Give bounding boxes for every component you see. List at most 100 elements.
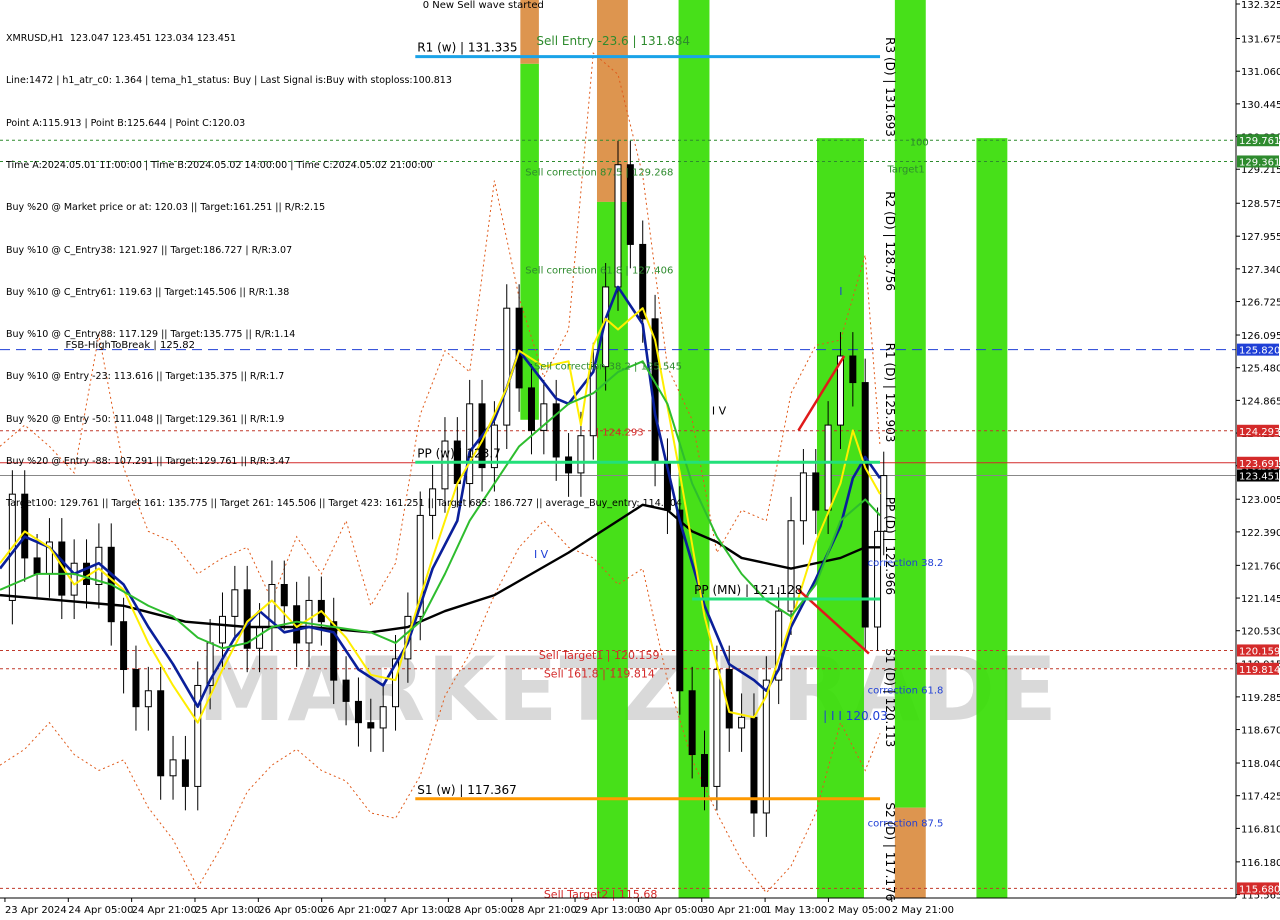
price-tick-label: 118.670	[1241, 726, 1280, 737]
time-tick-label: 2 May 21:00	[892, 905, 954, 916]
annotation-11: correction 38.2	[868, 558, 944, 569]
candle-body	[849, 355, 857, 384]
candle-body	[725, 669, 733, 729]
daily-pivot-label-3: PP (D) | 122.966	[883, 497, 897, 595]
price-badge-label-4: 123.691	[1239, 459, 1280, 470]
signal-zone-5	[816, 138, 864, 899]
price-tick-label: 118.040	[1241, 759, 1280, 770]
pivot-label-3: S1 (w) | 117.367	[417, 783, 517, 797]
daily-pivot-label-4: S1 (D) | 120.113	[883, 648, 897, 747]
info-line: Buy %10 @ Entry -23: 113.616 || Target:1…	[6, 371, 285, 383]
annotation-12: correction 61.8	[868, 685, 944, 696]
price-tick-label: 122.390	[1241, 528, 1280, 539]
price-tick-label: 130.445	[1241, 100, 1280, 111]
price-badge-label-5: 123.451	[1239, 472, 1280, 483]
daily-pivot-label-1: R2 (D) | 128.756	[883, 191, 897, 291]
candle-body	[256, 626, 264, 649]
candle-body	[379, 706, 387, 729]
price-tick-label: 128.575	[1241, 199, 1280, 210]
symbol-line: XMRUSD,H1 123.047 123.451 123.034 123.45…	[6, 33, 237, 45]
info-line: Buy %20 @ Market price or at: 120.03 || …	[6, 202, 326, 214]
time-tick-label: 29 Apr 13:00	[575, 905, 640, 916]
candle-body	[874, 530, 882, 628]
price-badge-label-7: 119.814	[1239, 665, 1280, 676]
price-tick-label: 121.145	[1241, 594, 1280, 605]
time-tick-label: 28 Apr 05:00	[448, 905, 513, 916]
price-badge-label-1: 129.361	[1239, 157, 1280, 168]
price-tick-label: 116.810	[1241, 824, 1280, 835]
price-tick-label: 131.060	[1241, 67, 1280, 78]
candle-body	[799, 472, 807, 522]
candle-body	[169, 759, 177, 777]
daily-pivot-label-2: R1 (D) | 125.903	[883, 343, 897, 443]
annotation-7: Sell 161.8 | 119.814	[544, 667, 655, 680]
price-tick-label: 123.005	[1241, 495, 1280, 506]
candle-body	[738, 716, 746, 729]
candle-body	[280, 583, 288, 607]
time-tick-label: 30 Apr 05:00	[638, 905, 703, 916]
annotation-17: I	[839, 285, 842, 298]
candle-body	[120, 621, 128, 671]
time-tick-label: 2 May 05:00	[828, 905, 890, 916]
price-badge-label-2: 125.820	[1239, 346, 1280, 357]
time-tick-label: 1 May 13:00	[765, 905, 827, 916]
time-tick-label: 27 Apr 13:00	[385, 905, 450, 916]
signal-zone-8	[976, 138, 1008, 899]
candle-body	[181, 759, 189, 787]
candle-body	[713, 669, 721, 787]
candle-body	[231, 589, 239, 617]
price-tick-label: 119.285	[1241, 693, 1280, 704]
annotation-15: I V	[712, 404, 727, 417]
price-tick-label: 121.760	[1241, 561, 1280, 572]
time-tick-label: 26 Apr 05:00	[258, 905, 323, 916]
candle-body	[144, 690, 152, 708]
annotation-13: correction 87.5	[868, 818, 944, 829]
price-tick-label: 117.425	[1241, 792, 1280, 803]
info-line: Line:1472 | h1_atr_c0: 1.364 | tema_h1_s…	[6, 75, 452, 87]
daily-pivot-label-5: S2 (D) | 117.176	[883, 802, 897, 901]
info-line: Point A:115.913 | Point B:125.644 | Poin…	[6, 117, 246, 129]
candle-body	[305, 599, 313, 644]
candle-body	[33, 557, 41, 575]
candle-body	[157, 690, 165, 777]
info-line: Buy %10 @ C_Entry88: 117.129 || Target:1…	[6, 329, 296, 341]
time-tick-label: 30 Apr 21:00	[702, 905, 767, 916]
annotation-14: | I I 120.03	[823, 709, 888, 723]
annotation-16: I V	[534, 548, 549, 561]
time-tick-label: 24 Apr 05:00	[68, 905, 133, 916]
candle-body	[812, 472, 820, 511]
price-badge-label-0: 129.761	[1239, 136, 1280, 147]
annotation-10: Target1	[886, 165, 924, 176]
annotation-6: Sell Target1 | 120.159	[539, 649, 660, 662]
info-panel: XMRUSD,H1 123.047 123.451 123.034 123.45…	[6, 4, 682, 540]
chart-root: MARKETZ TRADE R1 (w) | 131.335 PP (w) | 12…	[0, 0, 1280, 920]
time-tick-label: 24 Apr 21:00	[132, 905, 197, 916]
info-line: Time A:2024.05.01 11:00:00 | Time B:2024…	[6, 160, 433, 172]
price-badge-label-3: 124.293	[1239, 427, 1280, 438]
candle-body	[824, 424, 832, 511]
daily-pivot-label-0: R3 (D) | 131.693	[883, 37, 897, 137]
time-tick-label: 26 Apr 21:00	[322, 905, 387, 916]
candle-body	[70, 562, 78, 596]
price-tick-label: 126.725	[1241, 298, 1280, 309]
annotation-9: 100	[910, 138, 929, 149]
info-line: Buy %20 @ Entry -88: 107.291 || Target:1…	[6, 456, 291, 467]
time-tick-label: 25 Apr 13:00	[195, 905, 260, 916]
price-tick-label: 125.480	[1241, 364, 1280, 375]
price-tick-label: 126.095	[1241, 331, 1280, 342]
candle-body	[218, 615, 226, 644]
price-tick-label: 127.955	[1241, 232, 1280, 243]
info-line: Buy %10 @ C_Entry61: 119.63 || Target:14…	[6, 286, 290, 298]
time-tick-label: 28 Apr 21:00	[512, 905, 577, 916]
candle-body	[701, 754, 709, 787]
price-badge-label-8: 115.680	[1239, 884, 1280, 895]
time-tick-label: 23 Apr 2024	[5, 905, 67, 916]
price-tick-label: 124.865	[1241, 396, 1280, 407]
info-line: Buy %10 @ C_Entry38: 121.927 || Target:1…	[6, 244, 293, 256]
annotation-8: Sell Target2 | 115.68	[544, 888, 658, 901]
target-line: Target100: 129.761 || Target 161: 135.77…	[6, 498, 682, 510]
price-tick-label: 131.675	[1241, 35, 1280, 46]
price-tick-label: 116.180	[1241, 858, 1280, 869]
price-tick-label: 127.340	[1241, 265, 1280, 276]
price-tick-label: 120.530	[1241, 627, 1280, 638]
